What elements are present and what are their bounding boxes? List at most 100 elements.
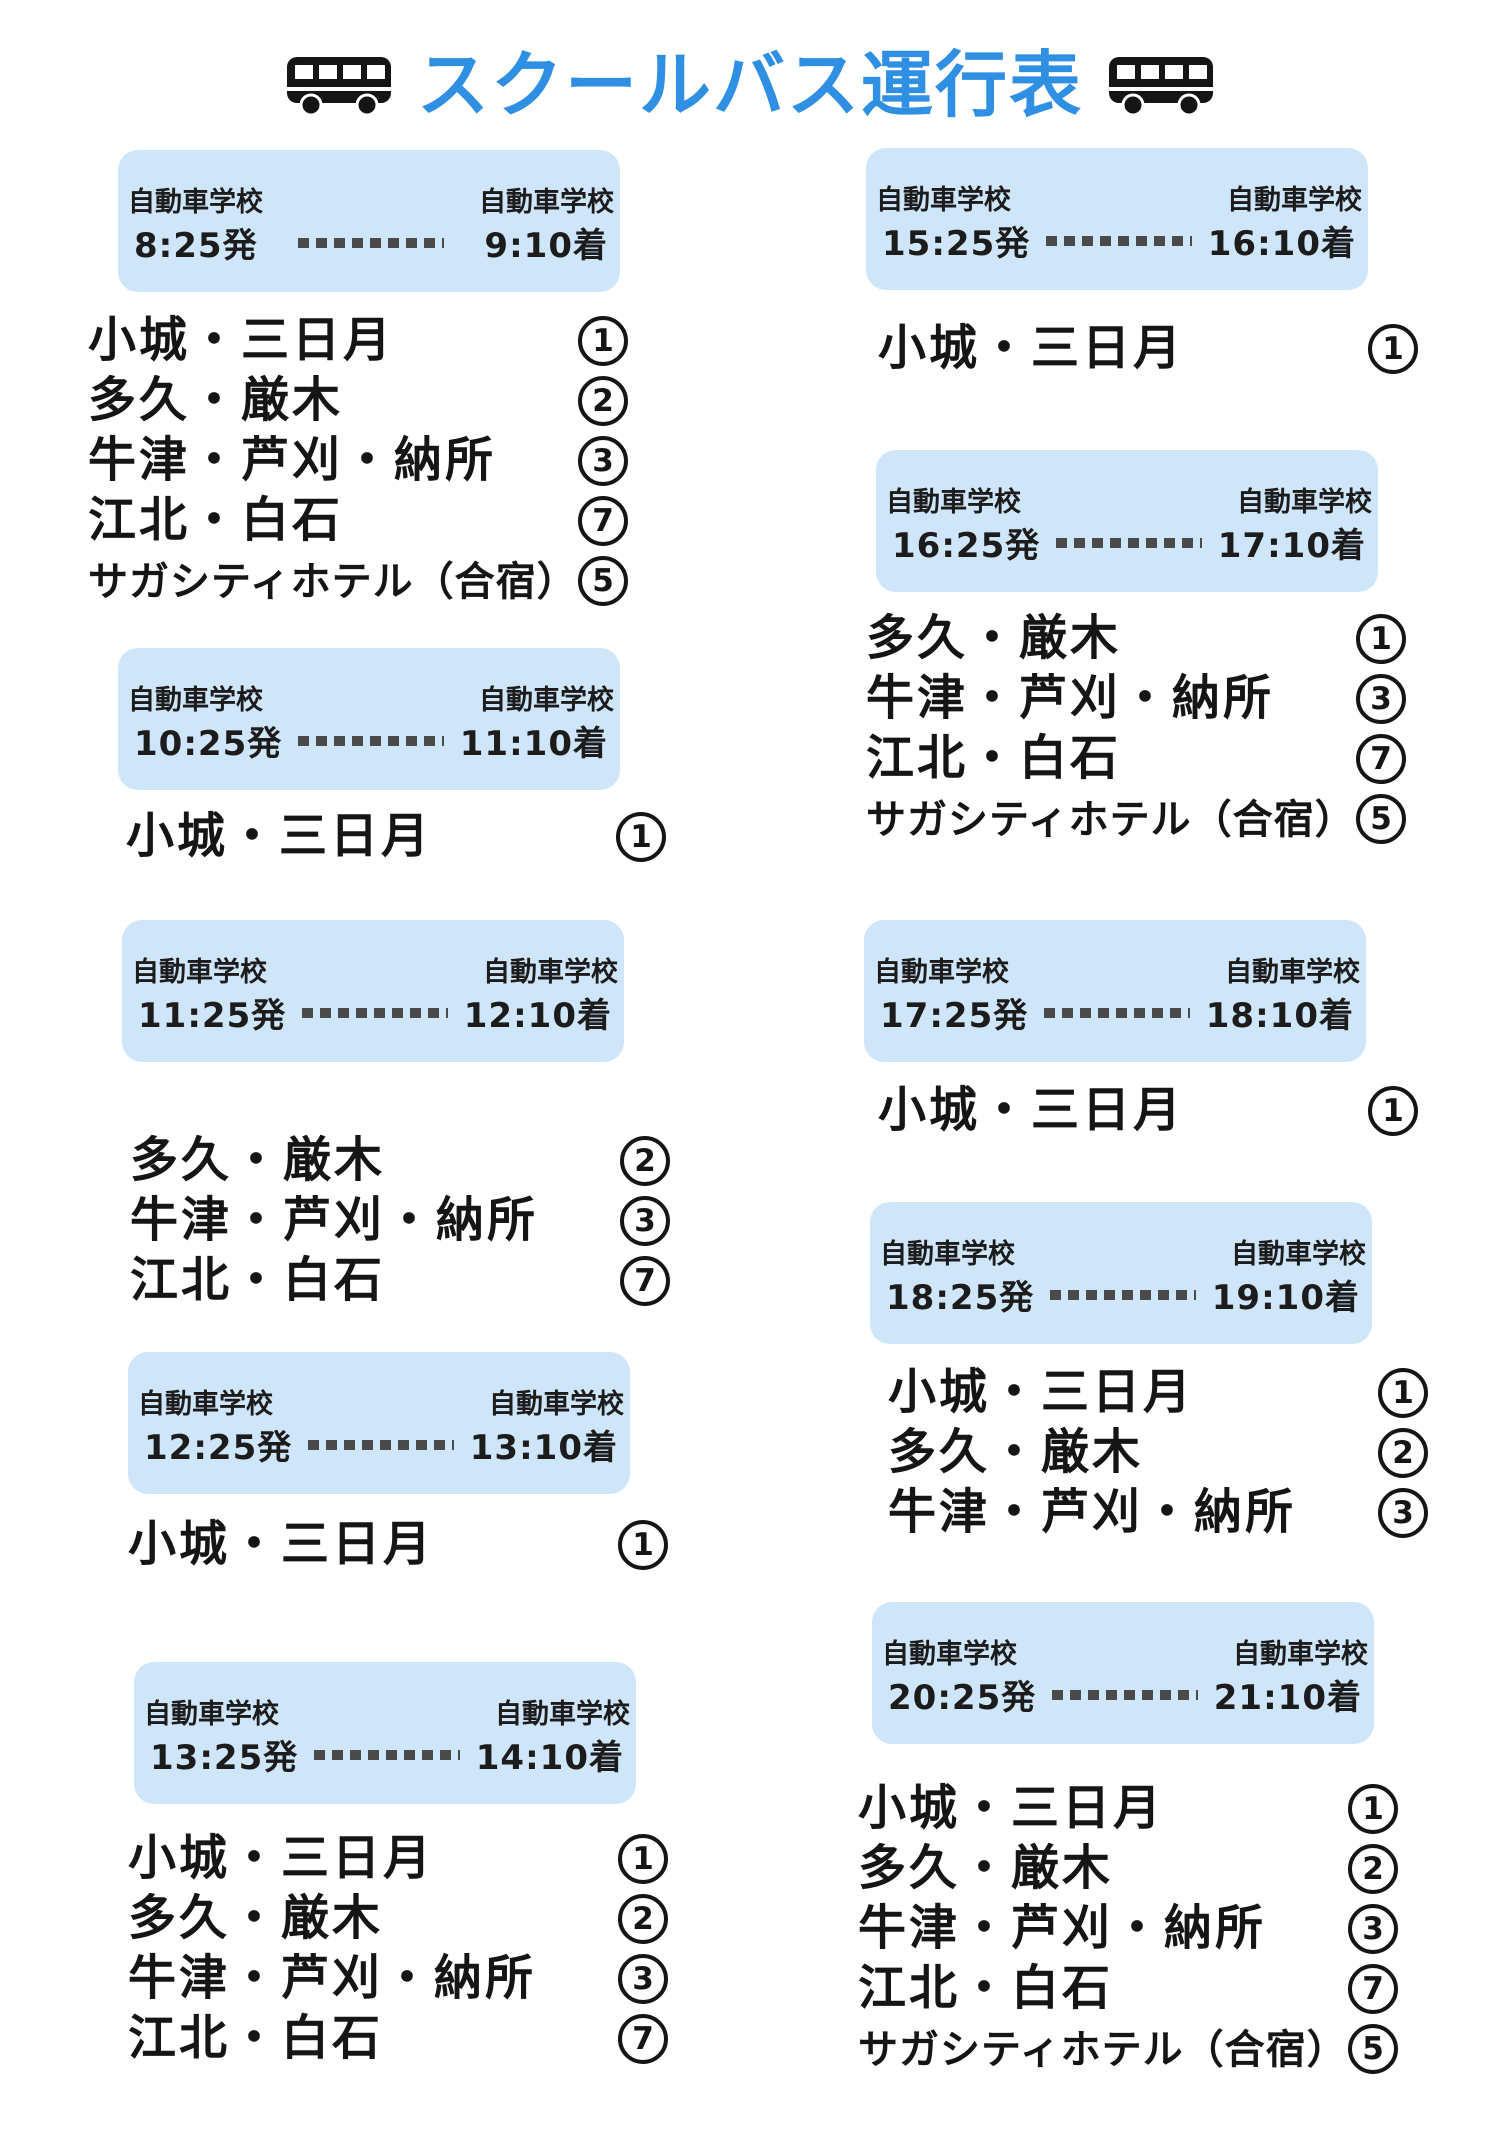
- arrival-time: 16:10着: [1207, 224, 1356, 264]
- route-name: 多久・厳木: [128, 1890, 384, 1946]
- arrival-time: 17:10着: [1217, 526, 1366, 566]
- departure-label: 自動車学校: [882, 1639, 1017, 1670]
- route-number-badge: 5: [1348, 2024, 1398, 2074]
- route-item: 牛津・芦刈・納所 3: [888, 1484, 1428, 1544]
- route-number-badge: 1: [1356, 614, 1406, 664]
- time-box: 自動車学校 自動車学校 18:25発 19:10着: [870, 1202, 1372, 1344]
- dotted-connector: [314, 1750, 460, 1760]
- route-name: 江北・白石: [130, 1252, 386, 1308]
- route-name: 江北・白石: [866, 730, 1122, 786]
- route-item: 小城・三日月 1: [858, 1780, 1398, 1840]
- departure-time: 20:25発: [888, 1678, 1037, 1718]
- route-number-badge: 2: [1348, 1844, 1398, 1894]
- route-name: 牛津・芦刈・納所: [130, 1192, 539, 1248]
- route-name: 小城・三日月: [888, 1364, 1195, 1420]
- arrival-label: 自動車学校: [495, 1699, 630, 1730]
- departure-time: 13:25発: [150, 1738, 299, 1778]
- time-box: 自動車学校 自動車学校 12:25発 13:10着: [128, 1352, 630, 1494]
- departure-label: 自動車学校: [880, 1239, 1015, 1270]
- page-header: スクールバス運行表: [0, 30, 1500, 140]
- departure-label: 自動車学校: [876, 185, 1011, 216]
- bus-icon: [1109, 57, 1213, 117]
- route-name: サガシティホテル（合宿）: [866, 797, 1356, 843]
- departure-label: 自動車学校: [138, 1389, 273, 1420]
- route-item: 多久・厳木 1: [866, 610, 1406, 670]
- departure-label: 自動車学校: [132, 957, 267, 988]
- route-number-badge: 1: [1368, 324, 1418, 374]
- time-box: 自動車学校 自動車学校 10:25発 11:10着: [118, 648, 620, 790]
- arrival-time: 18:10着: [1205, 996, 1354, 1036]
- route-name: 牛津・芦刈・納所: [888, 1484, 1297, 1540]
- departure-time: 17:25発: [880, 996, 1029, 1036]
- route-item: 牛津・芦刈・納所 3: [858, 1900, 1398, 1960]
- route-number-badge: 2: [620, 1136, 670, 1186]
- arrival-label: 自動車学校: [479, 187, 614, 218]
- route-item: 江北・白石 7: [130, 1252, 670, 1312]
- dotted-connector: [1046, 236, 1192, 246]
- route-item: 江北・白石 7: [88, 492, 628, 552]
- route-number-badge: 5: [578, 556, 628, 606]
- departure-label: 自動車学校: [144, 1699, 279, 1730]
- route-name: 多久・厳木: [866, 610, 1122, 666]
- route-number-badge: 5: [1356, 794, 1406, 844]
- route-name: 小城・三日月: [126, 808, 433, 864]
- time-box: 自動車学校 自動車学校 20:25発 21:10着: [872, 1602, 1374, 1744]
- route-number-badge: 2: [578, 376, 628, 426]
- route-item: 江北・白石 7: [858, 1960, 1398, 2020]
- route-item: サガシティホテル（合宿） 5: [88, 552, 628, 612]
- route-number-badge: 2: [618, 1894, 668, 1944]
- route-item: 多久・厳木 2: [128, 1890, 668, 1950]
- route-number-badge: 1: [618, 1520, 668, 1570]
- route-list: 小城・三日月 1 多久・厳木 2 牛津・芦刈・納所 3 江北・白石 7 サガシティホテル（合宿）…: [88, 312, 648, 612]
- departure-time: 10:25発: [134, 724, 283, 764]
- bus-icon: [286, 57, 391, 117]
- arrival-label: 自動車学校: [483, 957, 618, 988]
- dotted-connector: [298, 238, 444, 248]
- route-name: 小城・三日月: [88, 312, 395, 368]
- route-name: 多久・厳木: [888, 1424, 1144, 1480]
- arrival-label: 自動車学校: [1237, 487, 1372, 518]
- arrival-time: 13:10着: [469, 1428, 618, 1468]
- route-name: サガシティホテル（合宿）: [88, 559, 578, 605]
- route-number-badge: 1: [578, 316, 628, 366]
- route-name: 小城・三日月: [858, 1780, 1165, 1836]
- route-item: 小城・三日月 1: [126, 808, 666, 868]
- route-name: 牛津・芦刈・納所: [88, 432, 497, 488]
- route-list: 小城・三日月 1 多久・厳木 2 牛津・芦刈・納所 3 江北・白石 7 サガシティホテル（合宿）…: [858, 1780, 1418, 2080]
- arrival-time: 11:10着: [459, 724, 608, 764]
- page-title: スクールバス運行表: [416, 43, 1083, 127]
- dotted-connector: [1044, 1008, 1190, 1018]
- route-number-badge: 1: [1348, 1784, 1398, 1834]
- arrival-label: 自動車学校: [1227, 185, 1362, 216]
- time-box: 自動車学校 自動車学校 17:25発 18:10着: [864, 920, 1366, 1062]
- route-number-badge: 3: [1378, 1488, 1428, 1538]
- route-list: 小城・三日月 1: [128, 1516, 688, 1576]
- route-list: 小城・三日月 1 多久・厳木 2 牛津・芦刈・納所 3 江北・白石 7: [128, 1830, 688, 2070]
- route-item: 多久・厳木 2: [130, 1132, 670, 1192]
- departure-label: 自動車学校: [886, 487, 1021, 518]
- route-number-badge: 7: [1348, 1964, 1398, 2014]
- route-name: 小城・三日月: [878, 1082, 1185, 1138]
- route-item: 小城・三日月 1: [88, 312, 628, 372]
- departure-time: 12:25発: [144, 1428, 293, 1468]
- route-name: 小城・三日月: [128, 1516, 435, 1572]
- route-number-badge: 1: [618, 1834, 668, 1884]
- time-box: 自動車学校 自動車学校 16:25発 17:10着: [876, 450, 1378, 592]
- route-number-badge: 7: [1356, 734, 1406, 784]
- route-name: 江北・白石: [128, 2010, 384, 2066]
- route-list: 多久・厳木 2 牛津・芦刈・納所 3 江北・白石 7: [130, 1132, 690, 1312]
- dotted-connector: [1052, 1690, 1198, 1700]
- route-number-badge: 3: [618, 1954, 668, 2004]
- route-item: 小城・三日月 1: [878, 1082, 1418, 1142]
- route-number-badge: 2: [1378, 1428, 1428, 1478]
- route-name: 牛津・芦刈・納所: [128, 1950, 537, 2006]
- route-list: 小城・三日月 1: [878, 320, 1438, 380]
- dotted-connector: [298, 736, 444, 746]
- route-list: 小城・三日月 1: [126, 808, 686, 868]
- route-name: サガシティホテル（合宿）: [858, 2027, 1348, 2073]
- route-item: 牛津・芦刈・納所 3: [866, 670, 1406, 730]
- route-item: サガシティホテル（合宿） 5: [866, 790, 1406, 850]
- route-item: 小城・三日月 1: [128, 1830, 668, 1890]
- departure-label: 自動車学校: [128, 187, 263, 218]
- route-item: 牛津・芦刈・納所 3: [128, 1950, 668, 2010]
